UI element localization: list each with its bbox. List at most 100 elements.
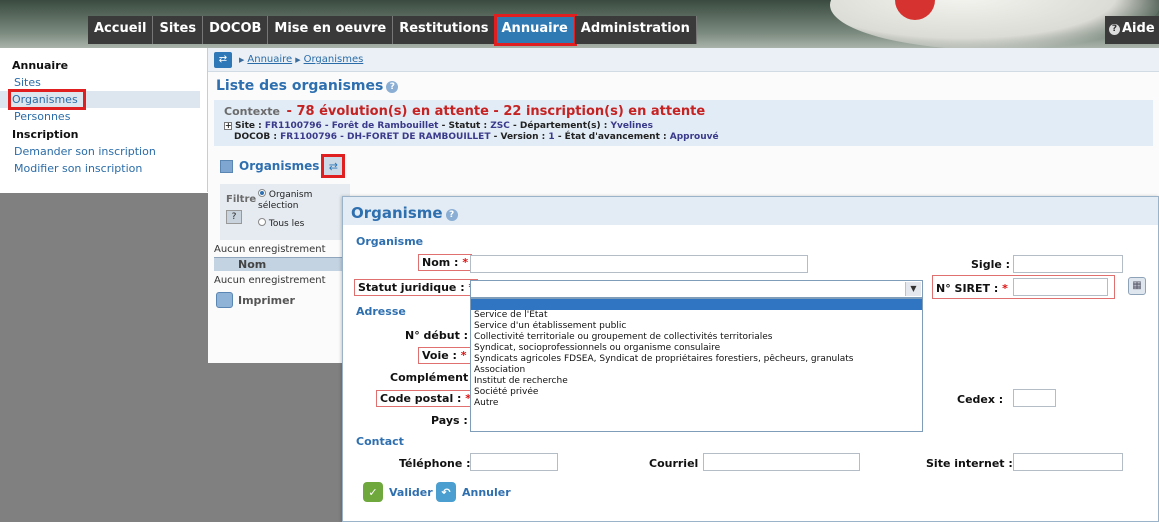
version-value: 1: [548, 132, 555, 142]
filter-option-selection[interactable]: Organism sélection: [258, 189, 350, 212]
telephone-input[interactable]: [470, 453, 558, 471]
dropdown-option[interactable]: Association: [471, 365, 922, 376]
page-title: Liste des organismes?: [216, 78, 1159, 94]
page-title-text: Liste des organismes: [216, 78, 384, 94]
site-internet-label: Site internet :: [926, 457, 1013, 470]
help-label: Aide: [1122, 21, 1155, 36]
printer-icon: [216, 292, 233, 308]
help-icon: ?: [1109, 24, 1120, 35]
nav-accueil[interactable]: Accueil: [88, 16, 154, 44]
statut-label: - Statut :: [441, 121, 488, 131]
annuler-label: Annuler: [462, 485, 511, 499]
nav-restitutions[interactable]: Restitutions: [393, 16, 496, 44]
dropdown-option[interactable]: Syndicats agricoles FDSEA, Syndicat de p…: [471, 354, 922, 365]
cedex-input[interactable]: [1013, 389, 1056, 407]
organismes-section-header: Organismes ⇄: [220, 154, 1159, 178]
context-summary-text: - 78 évolution(s) en attente - 22 inscri…: [286, 104, 706, 119]
courriel-input[interactable]: [703, 453, 860, 471]
site-value: FR1100796 - Forêt de Rambouillet: [264, 121, 439, 131]
check-icon: ✓: [363, 482, 383, 502]
dropdown-option[interactable]: Service d'un établissement public: [471, 321, 922, 332]
help-icon[interactable]: ?: [386, 81, 399, 93]
statut-juridique-label: Statut juridique : *: [354, 279, 479, 296]
undo-icon: ↶: [436, 482, 456, 502]
nav-annuaire[interactable]: Annuaire: [493, 14, 577, 46]
dropdown-option[interactable]: Autre: [471, 398, 922, 409]
section-organisme: Organisme: [356, 235, 424, 248]
dept-value: Yvelines: [610, 121, 653, 131]
main-navigation: Accueil Sites DOCOB Mise en oeuvre Resti…: [88, 14, 697, 46]
required-star: *: [460, 349, 467, 362]
dropdown-option-blank[interactable]: [471, 299, 922, 310]
sidebar-item-organismes-label: Organismes: [8, 89, 86, 110]
sigle-input[interactable]: [1013, 255, 1123, 273]
nav-sites[interactable]: Sites: [153, 16, 204, 44]
sidebar-item-personnes[interactable]: Personnes: [0, 108, 200, 125]
filter-help-icon[interactable]: ?: [226, 210, 242, 224]
siret-label: N° SIRET : *: [936, 282, 1008, 295]
dropdown-option[interactable]: Collectivité territoriale ou groupement …: [471, 332, 922, 343]
radio-selected-icon[interactable]: [258, 189, 266, 197]
section-adresse: Adresse: [356, 305, 406, 318]
dept-label: - Département(s) :: [513, 121, 608, 131]
sidebar: Annuaire Sites Organismes Personnes Insc…: [0, 48, 208, 192]
dropdown-option[interactable]: Société privée: [471, 387, 922, 398]
siret-input[interactable]: [1013, 278, 1108, 296]
swap-icon[interactable]: ⇄: [214, 51, 232, 68]
dialog-title: Organisme?: [343, 197, 1158, 225]
expand-icon[interactable]: +: [224, 122, 232, 130]
context-summary: Contexte - 78 évolution(s) en attente - …: [224, 104, 1143, 119]
sidebar-item-modifier-inscription[interactable]: Modifier son inscription: [0, 160, 200, 177]
help-icon[interactable]: ?: [445, 209, 458, 221]
site-internet-input[interactable]: [1013, 453, 1123, 471]
docob-value: FR1100796 - DH-FORET DE RAMBOUILLET: [280, 132, 491, 142]
telephone-label: Téléphone :: [399, 457, 471, 470]
building-search-icon[interactable]: ▦: [1128, 277, 1146, 295]
breadcrumb-organismes[interactable]: Organismes: [304, 54, 364, 65]
sidebar-item-demander-inscription[interactable]: Demander son inscription: [0, 143, 200, 160]
context-label: Contexte: [224, 105, 280, 118]
nom-input[interactable]: [470, 255, 808, 273]
filter-label: Filtre: [226, 194, 257, 205]
section-title: Organismes: [239, 159, 320, 173]
breadcrumb: ⇄ ▶ Annuaire ▶ Organismes: [208, 48, 1159, 72]
voie-label: Voie : *: [418, 347, 471, 364]
dropdown-option[interactable]: Service de l'État: [471, 310, 922, 321]
dropdown-option[interactable]: Syndicat, socioprofessionnels ou organis…: [471, 343, 922, 354]
filter-option-selection-label: Organism sélection: [258, 190, 313, 211]
dropdown-option[interactable]: Institut de recherche: [471, 376, 922, 387]
nav-mise-en-oeuvre[interactable]: Mise en oeuvre: [268, 16, 394, 44]
section-contact: Contact: [356, 435, 404, 448]
nav-docob[interactable]: DOCOB: [203, 16, 269, 44]
required-star: *: [462, 256, 469, 269]
dialog-title-text: Organisme: [351, 204, 443, 222]
radio-icon[interactable]: [258, 218, 266, 226]
breadcrumb-arrow-icon: ▶: [239, 55, 245, 64]
sigle-label: Sigle :: [971, 258, 1011, 271]
nav-administration[interactable]: Administration: [574, 16, 697, 44]
valider-button[interactable]: ✓ Valider: [363, 482, 433, 502]
statut-juridique-dropdown[interactable]: Service de l'État Service d'un établisse…: [470, 298, 923, 432]
context-site-line: + Site : FR1100796 - Forêt de Rambouillet…: [224, 121, 1143, 131]
etat-label: - État d'avancement :: [557, 132, 667, 142]
pays-label: Pays :: [431, 414, 468, 427]
sidebar-item-sites[interactable]: Sites: [0, 74, 200, 91]
chevron-down-icon[interactable]: ▼: [905, 282, 921, 296]
cedex-label: Cedex :: [957, 393, 1004, 406]
code-postal-label: Code postal : *: [376, 390, 476, 407]
add-organisme-button[interactable]: ⇄: [321, 154, 346, 178]
breadcrumb-annuaire[interactable]: Annuaire: [247, 54, 292, 65]
help-button[interactable]: ? Aide: [1105, 16, 1159, 44]
sidebar-item-organismes[interactable]: Organismes: [0, 89, 200, 110]
required-star: *: [1002, 282, 1008, 295]
context-box: Contexte - 78 évolution(s) en attente - …: [214, 100, 1153, 146]
statut-juridique-select[interactable]: ▼: [470, 280, 923, 298]
grid-column-nom[interactable]: Nom: [214, 257, 350, 271]
filter-option-all[interactable]: Tous les: [258, 218, 304, 229]
nom-label: Nom : *: [418, 254, 473, 271]
version-label: - Version :: [493, 132, 546, 142]
sidebar-group-annuaire: Annuaire: [12, 59, 69, 72]
annuler-button[interactable]: ↶ Annuler: [436, 482, 511, 502]
filter-option-all-label: Tous les: [268, 219, 305, 229]
etat-value: Approuvé: [669, 132, 719, 142]
